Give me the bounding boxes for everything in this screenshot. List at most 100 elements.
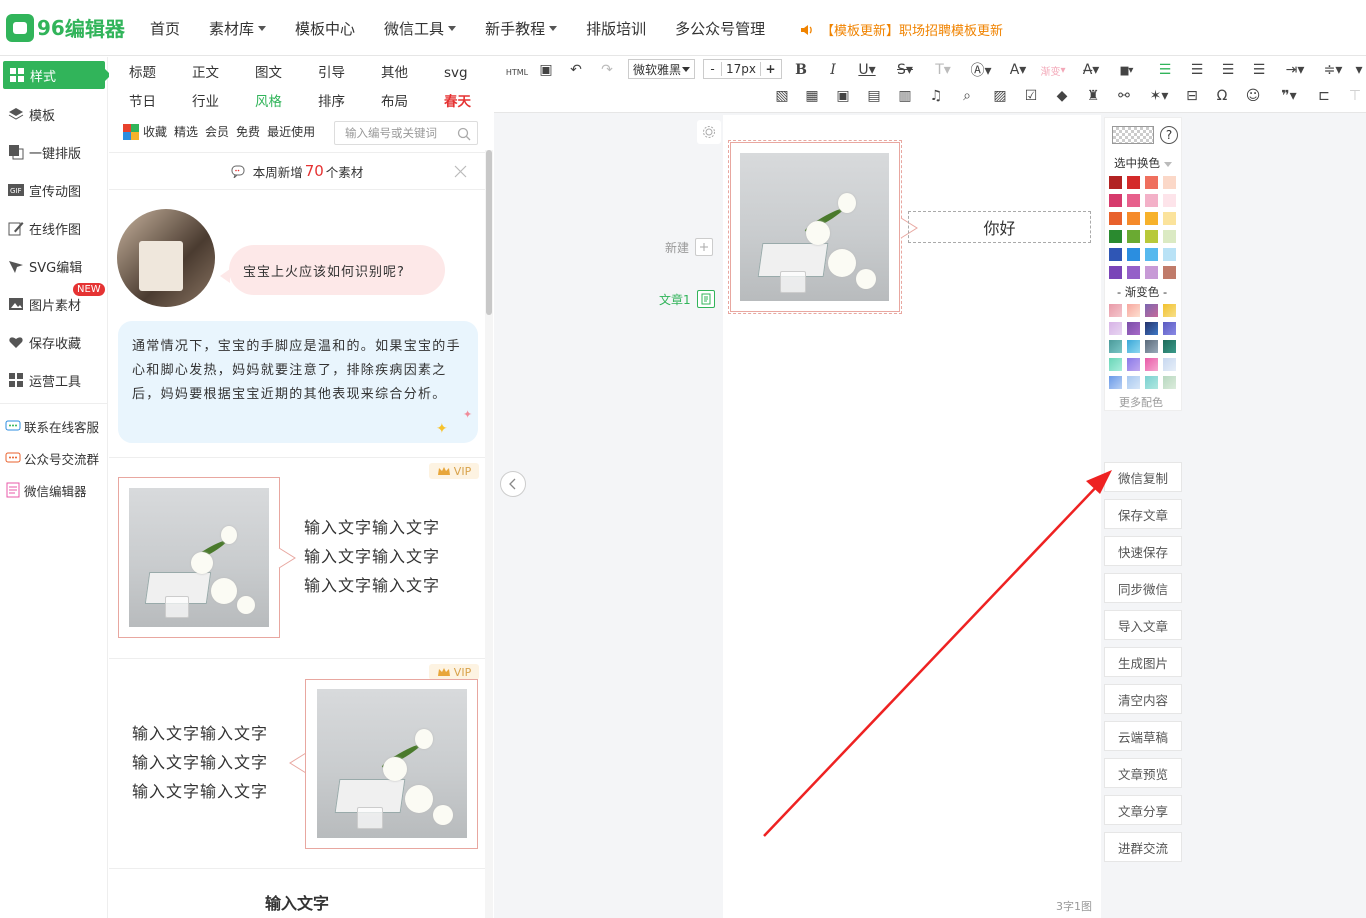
checkbox-icon[interactable]: ☑ [1022, 86, 1040, 106]
ruler-icon[interactable]: ⊤ [1346, 86, 1364, 106]
italic-icon[interactable]: I [824, 60, 842, 80]
action-button-7[interactable]: 云端草稿 [1104, 721, 1182, 751]
nav-item-2[interactable]: 模板中心 [295, 18, 355, 39]
action-button-9[interactable]: 文章分享 [1104, 795, 1182, 825]
align-justify-icon[interactable]: ☰ [1250, 60, 1268, 80]
color-swatch[interactable] [1127, 212, 1140, 225]
color-swatch[interactable] [1109, 248, 1122, 261]
color-swatch[interactable] [1109, 194, 1122, 207]
color-filter-icon[interactable] [123, 123, 139, 140]
color-swatch[interactable] [1127, 248, 1140, 261]
save-icon[interactable]: ▣ [537, 60, 555, 80]
filter-1[interactable]: 精选 [174, 123, 198, 140]
superscript-icon[interactable]: T▾ [930, 60, 956, 80]
gradient-swatch[interactable] [1109, 340, 1122, 353]
color-swatch[interactable] [1145, 212, 1158, 225]
material-item-heading[interactable]: 输入文字 [109, 870, 485, 918]
font-size-value[interactable]: 17px [722, 62, 760, 76]
gradient-swatch[interactable] [1127, 358, 1140, 371]
align-left-icon[interactable]: ☰ [1156, 60, 1174, 80]
gradient-swatch[interactable] [1127, 322, 1140, 335]
format-brush-icon[interactable]: ♜ [1084, 86, 1102, 106]
video-icon[interactable]: ▥ [896, 86, 914, 106]
hello-text-block[interactable]: 你好 [908, 211, 1091, 243]
font-family-select[interactable]: 微软雅黑 [628, 59, 695, 79]
table-icon[interactable]: ▦ [803, 86, 821, 106]
selected-block-frame[interactable] [728, 140, 902, 314]
multi-image-icon[interactable]: ▤ [865, 86, 883, 106]
sidebar-link-1[interactable]: 公众号交流群 [0, 442, 107, 474]
help-icon[interactable]: ? [1160, 126, 1178, 144]
nav-item-1[interactable]: 素材库 [209, 18, 267, 39]
omega-icon[interactable]: Ω [1213, 86, 1231, 106]
new-article-button[interactable]: 新建 [665, 238, 714, 256]
action-button-6[interactable]: 清空内容 [1104, 684, 1182, 714]
action-button-4[interactable]: 导入文章 [1104, 610, 1182, 640]
action-button-1[interactable]: 保存文章 [1104, 499, 1182, 529]
color-swatch[interactable] [1127, 230, 1140, 243]
color-swatch[interactable] [1163, 230, 1176, 243]
line-height-icon[interactable]: ≑▾ [1320, 60, 1346, 80]
nav-item-6[interactable]: 多公众号管理 [675, 18, 765, 39]
nav-item-0[interactable]: 首页 [150, 18, 180, 39]
filter-4[interactable]: 最近使用 [267, 123, 315, 140]
template-icon[interactable]: ⊏ [1315, 86, 1333, 106]
sidebar-link-0[interactable]: 联系在线客服 [0, 410, 107, 442]
settings-button[interactable] [697, 120, 721, 144]
eraser-icon[interactable]: ◆ [1053, 86, 1071, 106]
action-button-2[interactable]: 快速保存 [1104, 536, 1182, 566]
gradient-swatch[interactable] [1127, 304, 1140, 317]
gradient-swatch[interactable] [1163, 340, 1176, 353]
color-swatch[interactable] [1145, 248, 1158, 261]
color-swatch[interactable] [1145, 194, 1158, 207]
gradient-swatch[interactable] [1163, 304, 1176, 317]
sidebar-item-2[interactable]: 一键排版 [0, 133, 107, 171]
category-tab-2[interactable]: 图文 [255, 63, 318, 83]
align-center-icon[interactable]: ☰ [1188, 60, 1206, 80]
color-swatch[interactable] [1145, 176, 1158, 189]
color-swatch[interactable] [1109, 176, 1122, 189]
color-swatch[interactable] [1163, 176, 1176, 189]
underline-icon[interactable]: U▾ [854, 60, 880, 80]
sidebar-link-2[interactable]: 微信编辑器 [0, 474, 107, 506]
filter-3[interactable]: 免费 [236, 123, 260, 140]
update-notice[interactable]: 【模板更新】职场招聘模板更新 [800, 20, 1003, 39]
filter-0[interactable]: 收藏 [143, 123, 167, 140]
color-swatch[interactable] [1109, 212, 1122, 225]
gradient-swatch[interactable] [1163, 376, 1176, 389]
collapse-panel-button[interactable] [500, 471, 526, 497]
gradient-swatch[interactable] [1127, 376, 1140, 389]
category-tab-7[interactable]: 行业 [192, 92, 255, 112]
material-item-image-left[interactable]: VIP 输入文字输入文字 输入文字输入文字 输入文字输入文字 [109, 459, 485, 659]
sidebar-item-3[interactable]: GIF 宣传动图 [0, 171, 107, 209]
quote-icon[interactable]: ❞▾ [1276, 86, 1302, 106]
action-button-3[interactable]: 同步微信 [1104, 573, 1182, 603]
material-item-chat[interactable]: 宝宝上火应该如何识别呢? 通常情况下，宝宝的手脚应是温和的。如果宝宝的手心和脚心… [109, 191, 485, 458]
gradient-swatch[interactable] [1109, 322, 1122, 335]
color-swatch[interactable] [1109, 230, 1122, 243]
strikethrough-icon[interactable]: S▾ [892, 60, 918, 80]
magic-icon[interactable]: ✶▾ [1146, 86, 1172, 106]
font-size-increase-button[interactable]: + [760, 62, 780, 76]
gradient-swatch[interactable] [1127, 340, 1140, 353]
color-swatch[interactable] [1109, 266, 1122, 279]
gradient-swatch[interactable] [1145, 340, 1158, 353]
category-tab-10[interactable]: 布局 [381, 92, 444, 112]
pattern-icon[interactable]: ▧ [773, 86, 791, 106]
color-swatch[interactable] [1127, 176, 1140, 189]
gradient-swatch[interactable] [1145, 376, 1158, 389]
music-icon[interactable]: ♫ [927, 86, 945, 106]
gradient-text-button[interactable]: 渐变 ▾ [1038, 60, 1068, 80]
more-menu-icon[interactable]: ▾ [1352, 60, 1366, 80]
paste-icon[interactable]: ▨ [991, 86, 1009, 106]
redo-icon[interactable]: ↷ [598, 60, 616, 80]
category-tab-1[interactable]: 正文 [192, 63, 255, 83]
color-swatch[interactable] [1145, 266, 1158, 279]
close-icon[interactable] [454, 165, 467, 178]
category-tab-4[interactable]: 其他 [381, 63, 444, 83]
search-icon[interactable] [457, 127, 471, 141]
color-swatch[interactable] [1163, 248, 1176, 261]
html-button[interactable]: HTML [506, 62, 528, 82]
category-tab-9[interactable]: 排序 [318, 92, 381, 112]
font-size-stepper[interactable]: - 17px + [703, 59, 782, 79]
